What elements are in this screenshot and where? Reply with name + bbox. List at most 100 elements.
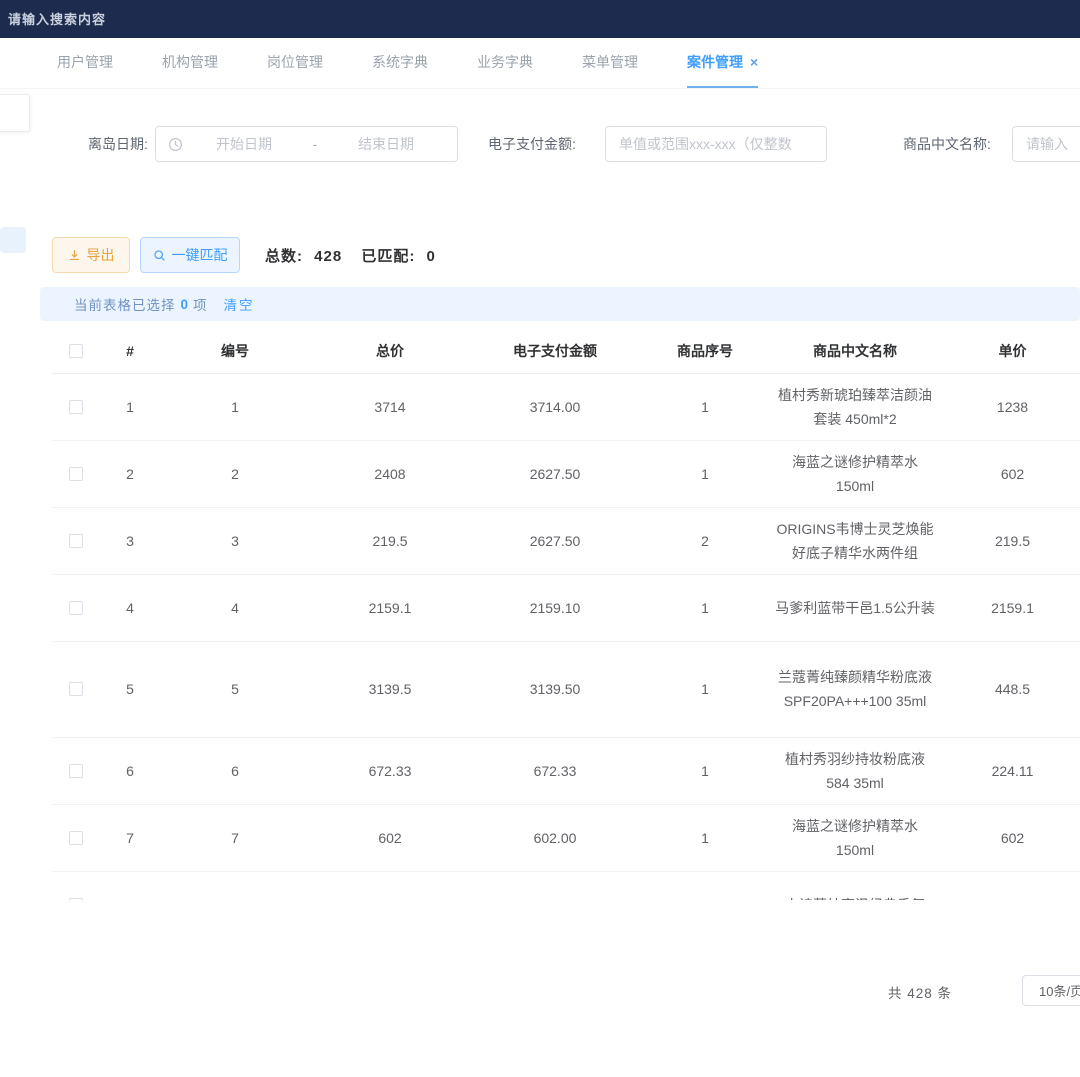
- cell-name: 海蓝之谜修护精萃水 150ml: [770, 804, 940, 871]
- cell-seq: 1: [640, 804, 770, 871]
- select-all-checkbox[interactable]: [69, 344, 83, 358]
- tab-user-management[interactable]: 用户管理: [57, 38, 113, 88]
- cell-epay: 2627.50: [470, 507, 640, 574]
- table-row: 1 1 3714 3714.00 1 植村秀新琥珀臻萃洁颜油套装 450ml*2…: [52, 373, 1080, 440]
- cell-code: 7: [160, 804, 310, 871]
- cell-epay: 3714.00: [470, 373, 640, 440]
- cell-total: 3714: [310, 373, 470, 440]
- col-header-unit: 单价: [940, 330, 1080, 373]
- app-window: 请输入搜索内容 用户管理 机构管理 岗位管理 系统字典 业务字典 菜单管理 案件…: [0, 0, 1080, 1077]
- row-checkbox[interactable]: [69, 764, 83, 778]
- tab-post-management[interactable]: 岗位管理: [267, 38, 323, 88]
- filter-bar: 离岛日期: 开始日期 - 结束日期 电子支付金额: 单值或范围xxx-xxx（仅…: [0, 126, 1080, 162]
- table-row: 7 7 602 602.00 1 海蓝之谜修护精萃水 150ml 602: [52, 804, 1080, 871]
- search-icon: [153, 249, 166, 262]
- epay-amount-label: 电子支付金额:: [488, 134, 576, 154]
- cell-unit: 602: [940, 440, 1080, 507]
- cell-name: 植村秀羽纱持妆粉底液 584 35ml: [770, 737, 940, 804]
- row-checkbox[interactable]: [69, 682, 83, 696]
- end-date-input[interactable]: 结束日期: [327, 134, 445, 154]
- table-row: 5 5 3139.5 3139.50 1 兰蔻菁纯臻颜精华粉底液SPF20PA+…: [52, 641, 1080, 737]
- cell-epay: 672.33: [470, 737, 640, 804]
- col-header-code: 编号: [160, 330, 310, 373]
- cell-name: 卡诗菁纯亮泽经典香氛: [770, 871, 940, 900]
- row-checkbox[interactable]: [69, 898, 83, 901]
- total-count-label: 总数:: [265, 248, 303, 265]
- cell-code: 4: [160, 574, 310, 641]
- export-button[interactable]: 导出: [52, 237, 130, 273]
- cell-code: 5: [160, 641, 310, 737]
- col-header-total: 总价: [310, 330, 470, 373]
- date-range-separator: -: [303, 136, 327, 152]
- cell-name: ORIGINS韦博士灵芝焕能好底子精华水两件组: [770, 507, 940, 574]
- row-checkbox[interactable]: [69, 534, 83, 548]
- total-count-value: 428: [314, 248, 342, 265]
- start-date-input[interactable]: 开始日期: [185, 134, 303, 154]
- cell-total: 2408: [310, 440, 470, 507]
- cell-unit: 602: [940, 804, 1080, 871]
- cell-index: 7: [100, 804, 160, 871]
- col-header-seq: 商品序号: [640, 330, 770, 373]
- date-range-input[interactable]: 开始日期 - 结束日期: [155, 126, 458, 162]
- cell-name: 植村秀新琥珀臻萃洁颜油套装 450ml*2: [770, 373, 940, 440]
- clock-icon: [168, 137, 183, 152]
- cell-seq: 1: [640, 373, 770, 440]
- cell-code: 1: [160, 373, 310, 440]
- cell-total: 219.5: [310, 507, 470, 574]
- cell-seq: 2: [640, 507, 770, 574]
- close-icon[interactable]: ×: [750, 55, 758, 69]
- row-checkbox[interactable]: [69, 400, 83, 414]
- cell-code: 3: [160, 507, 310, 574]
- cell-unit: 1238: [940, 373, 1080, 440]
- row-checkbox[interactable]: [69, 601, 83, 615]
- row-checkbox[interactable]: [69, 831, 83, 845]
- cell-seq: 1: [640, 440, 770, 507]
- cell-epay: 3139.50: [470, 641, 640, 737]
- cell-unit: 433.99: [940, 871, 1080, 900]
- product-name-input[interactable]: 请输入: [1012, 126, 1080, 162]
- selection-info-bar: 当前表格已选择 0 项 清空: [40, 287, 1080, 321]
- tab-case-management[interactable]: 案件管理 ×: [687, 38, 758, 88]
- table-row: 3 3 219.5 2627.50 2 ORIGINS韦博士灵芝焕能好底子精华水…: [52, 507, 1080, 574]
- cell-code: 6: [160, 737, 310, 804]
- cell-seq: 1: [640, 574, 770, 641]
- cell-index: 1: [100, 373, 160, 440]
- selection-text: 当前表格已选择: [74, 294, 176, 314]
- table-header-row: # 编号 总价 电子支付金额 商品序号 商品中文名称 单价: [52, 330, 1080, 373]
- row-checkbox[interactable]: [69, 467, 83, 481]
- cell-name: 兰蔻菁纯臻颜精华粉底液SPF20PA+++100 35ml: [770, 641, 940, 737]
- table-row: 4 4 2159.1 2159.10 1 马爹利蓝带干邑1.5公升装 2159.…: [52, 574, 1080, 641]
- tab-system-dict[interactable]: 系统字典: [372, 38, 428, 88]
- case-table: # 编号 总价 电子支付金额 商品序号 商品中文名称 单价 1 1 3714 3…: [52, 330, 1080, 900]
- cell-epay: 2159.10: [470, 574, 640, 641]
- col-header-index: #: [100, 330, 160, 373]
- cell-code: 2: [160, 440, 310, 507]
- cell-unit: 219.5: [940, 507, 1080, 574]
- matched-count-value: 0: [427, 248, 436, 265]
- tab-business-dict[interactable]: 业务字典: [477, 38, 533, 88]
- table-row: 6 6 672.33 672.33 1 植村秀羽纱持妆粉底液 584 35ml …: [52, 737, 1080, 804]
- cell-total: 3139.5: [310, 641, 470, 737]
- cell-total: 1302.17: [310, 871, 470, 900]
- cell-index: 2: [100, 440, 160, 507]
- cell-seq: 1: [640, 871, 770, 900]
- tab-menu-management[interactable]: 菜单管理: [582, 38, 638, 88]
- cell-epay: 602.00: [470, 804, 640, 871]
- matched-count-label: 已匹配:: [361, 248, 415, 265]
- cropped-button-stub[interactable]: [0, 227, 26, 253]
- table-row: 8 8 1302.17 1302.17 1 卡诗菁纯亮泽经典香氛 433.99: [52, 871, 1080, 900]
- epay-amount-input[interactable]: 单值或范围xxx-xxx（仅整数: [605, 126, 827, 162]
- cell-name: 马爹利蓝带干邑1.5公升装: [770, 574, 940, 641]
- one-click-match-button[interactable]: 一键匹配: [140, 237, 240, 273]
- col-header-name: 商品中文名称: [770, 330, 940, 373]
- global-search-input[interactable]: 请输入搜索内容: [8, 9, 106, 28]
- cell-epay: 2627.50: [470, 440, 640, 507]
- tab-org-management[interactable]: 机构管理: [162, 38, 218, 88]
- export-button-label: 导出: [87, 245, 115, 265]
- col-header-epay: 电子支付金额: [470, 330, 640, 373]
- product-name-label: 商品中文名称:: [903, 134, 991, 154]
- page-size-select[interactable]: 10条/页: [1022, 975, 1080, 1006]
- cell-total: 672.33: [310, 737, 470, 804]
- cell-total: 2159.1: [310, 574, 470, 641]
- clear-selection-link[interactable]: 清空: [224, 294, 255, 314]
